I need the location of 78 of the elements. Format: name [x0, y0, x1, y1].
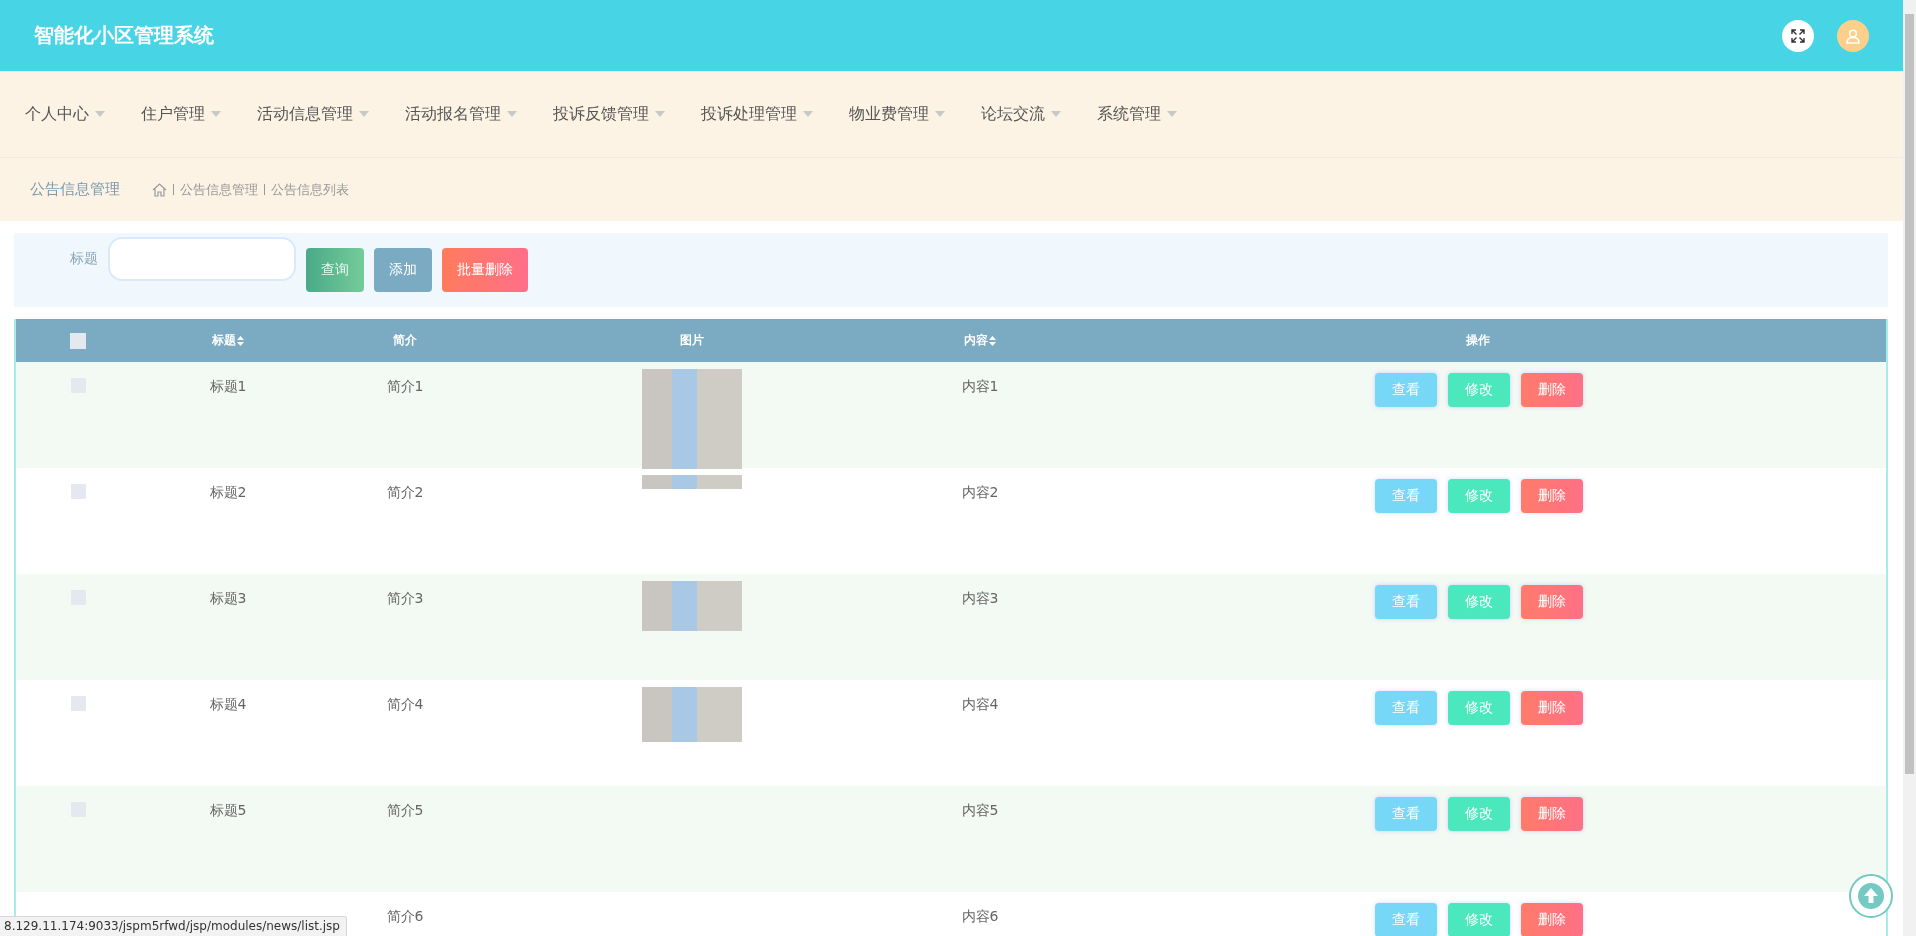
status-url: 8.129.11.174:9033/jspm5rfwd/jsp/modules/news/list.jsp	[0, 916, 347, 936]
caret-icon	[359, 111, 369, 117]
scrollbar[interactable]	[1903, 0, 1916, 936]
caret-icon	[935, 111, 945, 117]
delete-button[interactable]: 删除	[1521, 585, 1583, 619]
table-cell: 标题5	[209, 802, 247, 820]
table-cell: 简介1	[386, 378, 424, 396]
table-cell: 简介5	[386, 802, 424, 820]
nav-menu-item[interactable]: 个人中心	[25, 103, 105, 125]
caret-icon	[507, 111, 517, 117]
avatar-icon[interactable]	[1837, 19, 1869, 52]
nav-menu-item[interactable]: 活动信息管理	[257, 103, 369, 125]
delete-button[interactable]: 删除	[1521, 797, 1583, 831]
title-label: 标题	[70, 250, 98, 268]
table-cell: 内容1	[961, 378, 999, 396]
select-all-checkbox[interactable]	[70, 332, 86, 349]
view-button[interactable]: 查看	[1375, 797, 1437, 831]
breadcrumb-link[interactable]: 公告信息管理	[180, 180, 258, 199]
row-checkbox[interactable]	[70, 696, 86, 711]
sort-icon[interactable]	[237, 335, 244, 346]
nav-menu-item[interactable]: 住户管理	[141, 103, 221, 125]
edit-button[interactable]: 修改	[1448, 691, 1510, 725]
edit-button[interactable]: 修改	[1448, 903, 1510, 936]
table-cell: 内容6	[961, 908, 999, 926]
delete-button[interactable]: 删除	[1521, 691, 1583, 725]
table-cell: 内容5	[961, 802, 999, 820]
nav-menu-item[interactable]: 投诉反馈管理	[553, 103, 665, 125]
table-cell: 简介2	[386, 484, 424, 502]
breadcrumb-link[interactable]: 公告信息列表	[271, 180, 349, 199]
caret-icon	[211, 111, 221, 117]
add-button[interactable]: 添加	[374, 248, 432, 292]
table-cell: 内容4	[961, 696, 999, 714]
column-header: 简介	[393, 332, 417, 349]
home-icon[interactable]	[152, 182, 167, 197]
delete-button[interactable]: 删除	[1521, 479, 1583, 513]
view-button[interactable]: 查看	[1375, 691, 1437, 725]
fullscreen-icon[interactable]	[1782, 19, 1814, 52]
caret-icon	[1051, 111, 1061, 117]
table-cell: 标题1	[209, 378, 247, 396]
nav-menu-item[interactable]: 系统管理	[1097, 103, 1177, 125]
edit-button[interactable]: 修改	[1448, 479, 1510, 513]
arrow-up-icon	[1857, 882, 1885, 910]
caret-icon	[803, 111, 813, 117]
delete-button[interactable]: 删除	[1521, 903, 1583, 936]
title-input[interactable]	[108, 237, 296, 281]
table-cell: 简介4	[386, 696, 424, 714]
caret-icon	[1167, 111, 1177, 117]
view-button[interactable]: 查看	[1375, 903, 1437, 936]
delete-button[interactable]: 删除	[1521, 373, 1583, 407]
edit-button[interactable]: 修改	[1448, 797, 1510, 831]
table-cell: 内容2	[961, 484, 999, 502]
caret-icon	[95, 111, 105, 117]
view-button[interactable]: 查看	[1375, 373, 1437, 407]
row-checkbox[interactable]	[70, 484, 86, 499]
table-cell: 简介6	[386, 908, 424, 926]
table-cell: 标题2	[209, 484, 247, 502]
table-cell: 标题3	[209, 590, 247, 608]
nav-menu-item[interactable]: 活动报名管理	[405, 103, 517, 125]
page-heading: 公告信息管理	[30, 180, 120, 199]
column-header[interactable]: 内容	[964, 332, 996, 349]
nav-menu-item[interactable]: 投诉处理管理	[701, 103, 813, 125]
nav-menu-item[interactable]: 物业费管理	[849, 103, 945, 125]
column-header: 操作	[1466, 332, 1490, 349]
nav-menu-item[interactable]: 论坛交流	[981, 103, 1061, 125]
view-button[interactable]: 查看	[1375, 479, 1437, 513]
table-cell: 标题4	[209, 696, 247, 714]
sort-icon[interactable]	[989, 335, 996, 346]
table-cell: 简介3	[386, 590, 424, 608]
app-title: 智能化小区管理系统	[34, 22, 215, 49]
column-header[interactable]: 标题	[212, 332, 244, 349]
caret-icon	[655, 111, 665, 117]
edit-button[interactable]: 修改	[1448, 585, 1510, 619]
search-button[interactable]: 查询	[306, 248, 364, 292]
view-button[interactable]: 查看	[1375, 585, 1437, 619]
table-cell: 内容3	[961, 590, 999, 608]
batch-delete-button[interactable]: 批量删除	[442, 248, 528, 292]
column-header: 图片	[680, 332, 704, 349]
edit-button[interactable]: 修改	[1448, 373, 1510, 407]
